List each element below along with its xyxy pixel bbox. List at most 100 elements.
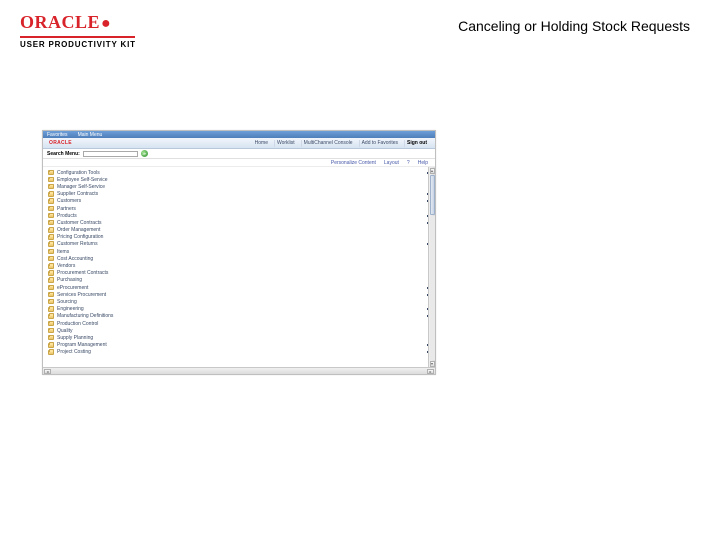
menu-item[interactable]: Services Procurement: [48, 291, 435, 298]
menu-item[interactable]: eProcurement: [48, 284, 435, 291]
folder-icon: [48, 242, 54, 247]
menu-item[interactable]: Engineering: [48, 306, 435, 313]
menu-item-label: Products: [57, 213, 424, 219]
menu-item[interactable]: Manufacturing Definitions: [48, 313, 435, 320]
horizontal-scrollbar[interactable]: ◂ ▸: [43, 367, 435, 374]
link-personalize-content[interactable]: Personalize Content: [331, 160, 376, 166]
search-input[interactable]: [83, 151, 138, 157]
menu-item-label: Cost Accounting: [57, 256, 435, 262]
menu-item-label: Supplier Contracts: [57, 191, 424, 197]
menu-item-label: Employee Self-Service: [57, 177, 435, 183]
folder-icon: [48, 206, 54, 211]
menu-item-label: Customer Returns: [57, 241, 424, 247]
folder-icon: [48, 307, 54, 312]
menu-item[interactable]: Configuration Tools: [48, 169, 435, 176]
folder-icon: [48, 213, 54, 218]
search-label: Search Menu:: [47, 151, 80, 157]
link-layout[interactable]: Layout: [384, 160, 399, 166]
link-home[interactable]: Home: [253, 140, 270, 147]
folder-icon: [48, 249, 54, 254]
logo-block: ORACLE● USER PRODUCTIVITY KIT: [20, 12, 136, 49]
page-title: Canceling or Holding Stock Requests: [458, 18, 690, 34]
menu-item[interactable]: Manager Self-Service: [48, 183, 435, 190]
menu-item[interactable]: Customers: [48, 198, 435, 205]
folder-icon: [48, 278, 54, 283]
search-go-icon: ≫: [142, 152, 146, 156]
menu-item[interactable]: Project Costing: [48, 349, 435, 356]
folder-icon: [48, 184, 54, 189]
folder-icon: [48, 235, 54, 240]
menu-item-label: Program Management: [57, 342, 424, 348]
menu-item[interactable]: Customer Returns: [48, 241, 435, 248]
page-header: ORACLE● USER PRODUCTIVITY KIT Canceling …: [0, 0, 720, 55]
scroll-up-button[interactable]: ▴: [430, 168, 435, 174]
menu-item[interactable]: Customer Contracts: [48, 219, 435, 226]
search-go-button[interactable]: ≫: [141, 150, 148, 157]
scroll-down-button[interactable]: ▾: [430, 361, 435, 367]
menu-item[interactable]: Employee Self-Service: [48, 176, 435, 183]
folder-icon: [48, 228, 54, 233]
folder-icon: [48, 192, 54, 197]
scroll-right-button[interactable]: ▸: [427, 369, 434, 374]
menu-item-label: Quality: [57, 328, 435, 334]
menu-item[interactable]: Production Control: [48, 320, 435, 327]
menu-item[interactable]: Quality: [48, 327, 435, 334]
folder-icon: [48, 314, 54, 319]
scroll-thumb[interactable]: [430, 175, 435, 215]
menu-item[interactable]: Sourcing: [48, 298, 435, 305]
folder-icon: [48, 335, 54, 340]
personalize-row: Personalize Content Layout ? Help: [43, 159, 435, 167]
menu-item[interactable]: Products: [48, 212, 435, 219]
menu-item[interactable]: Vendors: [48, 262, 435, 269]
folder-icon: [48, 328, 54, 333]
menu-item-label: Engineering: [57, 306, 424, 312]
menu-item[interactable]: Purchasing: [48, 277, 435, 284]
menu-item[interactable]: Supplier Contracts: [48, 191, 435, 198]
menu-item[interactable]: Order Management: [48, 227, 435, 234]
menu-item-label: Manufacturing Definitions: [57, 313, 424, 319]
menu-item-label: Pricing Configuration: [57, 234, 435, 240]
menu-item-label: Project Costing: [57, 349, 424, 355]
menu-item[interactable]: Pricing Configuration: [48, 234, 435, 241]
top-links: Home Worklist MultiChannel Console Add t…: [253, 140, 429, 147]
menu-item-label: Supply Planning: [57, 335, 435, 341]
search-row: Search Menu: ≫: [43, 149, 435, 159]
folder-icon: [48, 299, 54, 304]
link-mcf[interactable]: MultiChannel Console: [301, 140, 355, 147]
scroll-left-button[interactable]: ◂: [44, 369, 51, 374]
link-signout[interactable]: Sign out: [404, 140, 429, 147]
app-brand: ORACLE: [49, 140, 72, 146]
menu-item[interactable]: Items: [48, 248, 435, 255]
menu-item-label: Vendors: [57, 263, 435, 269]
menu-item-label: Order Management: [57, 227, 435, 233]
menu-item[interactable]: Supply Planning: [48, 334, 435, 341]
vertical-scrollbar[interactable]: ▴ ▾: [428, 167, 435, 367]
top-nav-bar: Favorites Main Menu: [43, 131, 435, 138]
nav-main-menu[interactable]: Main Menu: [78, 132, 103, 138]
scroll-track[interactable]: [430, 216, 435, 360]
menu-item[interactable]: Partners: [48, 205, 435, 212]
link-help[interactable]: Help: [418, 160, 428, 166]
link-worklist[interactable]: Worklist: [274, 140, 297, 147]
folder-icon: [48, 170, 54, 175]
folder-icon: [48, 220, 54, 225]
oracle-logo: ORACLE●: [20, 12, 136, 33]
product-line: USER PRODUCTIVITY KIT: [20, 40, 136, 49]
menu-item-label: Production Control: [57, 321, 435, 327]
menu-item[interactable]: Cost Accounting: [48, 255, 435, 262]
folder-icon: [48, 292, 54, 297]
menu-item[interactable]: Program Management: [48, 342, 435, 349]
menu-list: Configuration ToolsEmployee Self-Service…: [43, 167, 435, 367]
folder-icon: [48, 264, 54, 269]
help-icon[interactable]: ?: [407, 160, 410, 166]
app-window: Favorites Main Menu ORACLE Home Worklist…: [42, 130, 436, 375]
logo-divider: [20, 36, 135, 38]
folder-icon: [48, 285, 54, 290]
link-add-favorites[interactable]: Add to Favorites: [359, 140, 400, 147]
menu-item-label: Services Procurement: [57, 292, 424, 298]
folder-icon: [48, 350, 54, 355]
nav-favorites[interactable]: Favorites: [47, 132, 68, 138]
menu-item-label: Customers: [57, 198, 424, 204]
menu-item[interactable]: Procurement Contracts: [48, 270, 435, 277]
menu-item-label: Items: [57, 249, 435, 255]
